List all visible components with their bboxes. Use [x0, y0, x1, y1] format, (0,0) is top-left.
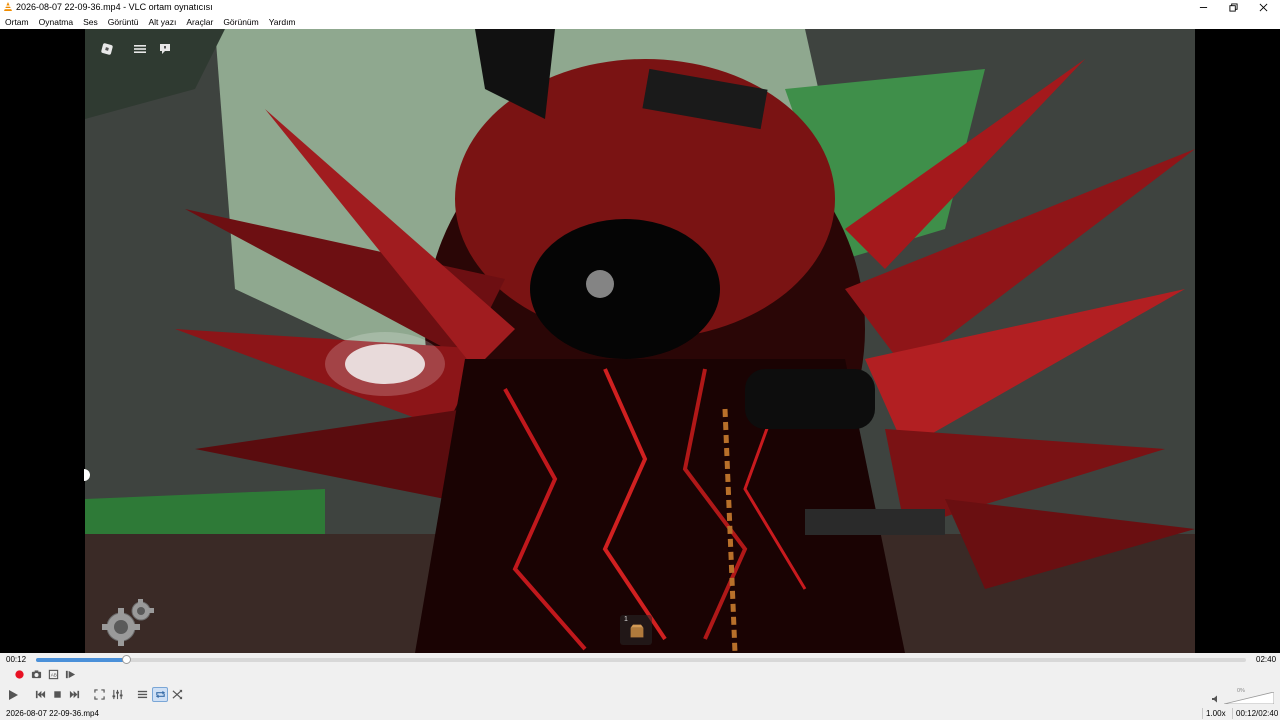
close-button[interactable] — [1248, 0, 1278, 15]
backpack-slot[interactable]: 1 — [620, 615, 652, 645]
stop-button[interactable] — [50, 688, 64, 701]
menu-gorunum[interactable]: Görünüm — [218, 15, 263, 29]
minimize-icon — [1199, 7, 1207, 8]
menu-yardim[interactable]: Yardım — [264, 15, 301, 29]
fullscreen-icon — [93, 689, 105, 700]
playlist-icon — [137, 690, 147, 699]
loop-ab-icon: AB — [48, 669, 58, 680]
play-button[interactable] — [5, 687, 21, 702]
seek-row: 00:12 02:40 — [0, 653, 1280, 667]
title-bar: 2026-08-07 22-09-36.mp4 - VLC ortam oyna… — [0, 0, 1280, 15]
snapshot-icon — [31, 670, 41, 679]
menu-ortam[interactable]: Ortam — [0, 15, 34, 29]
next-button[interactable] — [67, 688, 81, 701]
left-edge-marker-icon — [84, 469, 90, 481]
menu-araclar[interactable]: Araçlar — [181, 15, 218, 29]
roblox-logo-icon — [101, 43, 113, 55]
stop-icon — [53, 691, 61, 698]
volume-label: 0% — [1237, 688, 1245, 694]
elapsed-time: 00:12 — [6, 655, 27, 664]
vlc-cone-icon — [4, 2, 12, 11]
next-icon — [69, 690, 79, 699]
settings-gear-icon[interactable] — [99, 599, 155, 649]
window-title: 2026-08-07 22-09-36.mp4 - VLC ortam oyna… — [16, 2, 213, 12]
play-icon — [9, 689, 18, 700]
hamburger-menu-icon — [134, 45, 146, 53]
playback-rate[interactable]: 1.00x — [1202, 708, 1229, 719]
video-frame: 1 — [85, 29, 1195, 653]
extended-settings-icon — [111, 689, 123, 700]
playlist-button[interactable] — [135, 688, 149, 701]
volume-slider[interactable] — [1224, 692, 1274, 704]
record-button[interactable] — [12, 668, 26, 681]
status-time[interactable]: 00:12/02:40 — [1232, 708, 1280, 719]
total-time: 02:40 — [1256, 655, 1277, 664]
menu-bar: Ortam Oynatma Ses Görüntü Alt yazı Araçl… — [0, 15, 1280, 29]
chat-button[interactable] — [155, 39, 175, 59]
fullscreen-button[interactable] — [92, 688, 106, 701]
seek-bar[interactable] — [36, 655, 1246, 664]
close-icon — [1259, 3, 1267, 12]
hotbar-slot-number: 1 — [624, 616, 628, 623]
menu-alt-yazi[interactable]: Alt yazı — [144, 15, 182, 29]
menu-goruntu[interactable]: Görüntü — [103, 15, 144, 29]
backpack-icon — [630, 624, 644, 638]
maximize-button[interactable] — [1218, 0, 1248, 15]
status-bar: 2026-08-07 22-09-36.mp4 1.00x 00:12/02:4… — [0, 707, 1280, 720]
shuffle-button[interactable] — [170, 688, 184, 701]
extended-settings-button[interactable] — [110, 688, 124, 701]
shuffle-icon — [172, 689, 182, 700]
speaker-icon — [1212, 695, 1217, 703]
video-scene — [85, 29, 1195, 653]
loop-ab-button[interactable]: AB — [46, 668, 60, 681]
record-icon — [14, 670, 24, 679]
menu-ses[interactable]: Ses — [78, 15, 103, 29]
chat-icon — [160, 44, 170, 54]
hamburger-menu-button[interactable] — [130, 39, 150, 59]
loop-button[interactable] — [152, 687, 168, 702]
previous-button[interactable] — [33, 688, 47, 701]
roblox-menu-button[interactable] — [97, 39, 117, 59]
restore-icon — [1228, 3, 1238, 12]
seek-progress — [36, 658, 127, 662]
svg-text:AB: AB — [50, 673, 56, 678]
frame-step-icon — [65, 670, 75, 679]
status-filename: 2026-08-07 22-09-36.mp4 — [6, 709, 99, 718]
loop-icon — [155, 690, 165, 699]
snapshot-button[interactable] — [29, 668, 43, 681]
frame-step-button[interactable] — [63, 668, 77, 681]
volume-control[interactable]: 0% — [1212, 688, 1274, 704]
video-area[interactable]: 1 — [0, 29, 1280, 653]
menu-oynatma[interactable]: Oynatma — [34, 15, 79, 29]
minimize-button[interactable] — [1188, 0, 1218, 15]
previous-icon — [35, 690, 45, 699]
seek-handle[interactable] — [122, 655, 132, 664]
